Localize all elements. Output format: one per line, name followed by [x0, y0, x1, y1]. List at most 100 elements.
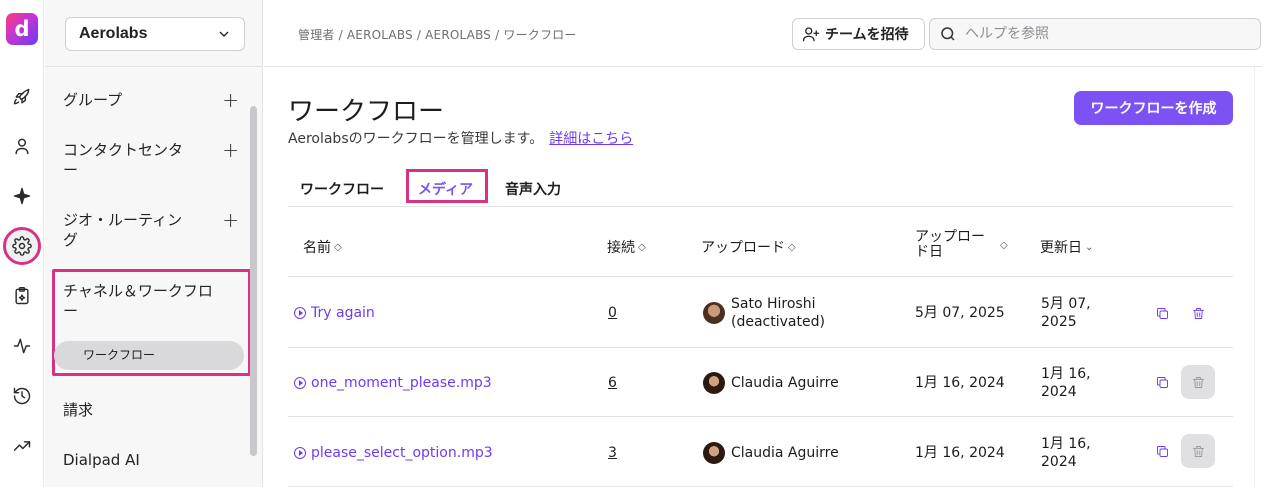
sidebar-item-label: 請求	[63, 401, 94, 419]
breadcrumb: 管理者 / AEROLABS / AEROLABS / ワークフロー	[298, 28, 577, 42]
invite-team-button[interactable]: チームを招待	[792, 18, 925, 50]
media-name-link[interactable]: please_select_option.mp3	[294, 444, 493, 462]
sidebar-item-label: ジオ・ルーティング	[63, 211, 183, 249]
connections-count[interactable]: 3	[608, 444, 617, 462]
main-scrollbar[interactable]	[1254, 67, 1262, 487]
sidebar-item-dialpad-ai[interactable]: Dialpad AI	[63, 450, 239, 470]
column-header-connections[interactable]: 接続 ◇	[607, 237, 646, 257]
gear-icon[interactable]	[3, 227, 41, 265]
main-content: ワークフロー Aerolabsのワークフローを管理します。 詳細はこちら ワークフ…	[264, 67, 1262, 487]
invite-team-label: チームを招待	[825, 27, 909, 43]
table-row: please_select_option.mp3 3 Claudia Aguir…	[288, 417, 1233, 487]
uploader: Claudia Aguirre	[703, 442, 839, 464]
tab-voice-input[interactable]: 音声入力	[505, 179, 561, 199]
sidebar-scrollbar[interactable]	[250, 106, 257, 456]
column-header-label: 更新日	[1040, 240, 1082, 256]
table-row: Try again 0 Sato Hiroshi (deactivated) 5月…	[288, 278, 1233, 348]
help-search[interactable]	[929, 18, 1261, 50]
media-name-link[interactable]: one_moment_please.mp3	[294, 374, 492, 392]
sidebar-subitem-workflows[interactable]: ワークフロー	[54, 341, 244, 370]
copy-icon[interactable]	[1145, 365, 1179, 399]
avatar	[703, 372, 725, 394]
sidebar-item-contact-center[interactable]: コンタクトセンター +	[63, 140, 239, 180]
column-header-uploaded-date[interactable]: アップロー ド日 ◇	[915, 230, 1008, 260]
sort-icon: ◇	[1000, 239, 1008, 251]
column-header-uploader[interactable]: アップロード ◇	[701, 237, 796, 257]
create-workflow-button[interactable]: ワークフローを作成	[1074, 91, 1233, 125]
uploader-name: Sato Hiroshi (deactivated)	[731, 296, 825, 330]
column-header-label: 名前	[303, 240, 331, 256]
sidebar-item-geo-routing[interactable]: ジオ・ルーティング +	[63, 210, 239, 250]
updated-date: 1月 16, 2024	[1041, 436, 1091, 470]
updated-date: 5月 07, 2025	[1041, 296, 1091, 330]
trending-icon[interactable]	[8, 432, 36, 460]
avatar	[703, 442, 725, 464]
chevron-down-icon: ⌄	[1085, 241, 1094, 253]
column-header-label: 接続	[607, 240, 635, 256]
play-icon[interactable]	[294, 377, 306, 389]
sort-icon: ◇	[788, 241, 796, 253]
connections-count[interactable]: 0	[608, 304, 617, 322]
org-select-value: Aerolabs	[79, 25, 148, 42]
trash-icon	[1181, 434, 1215, 468]
divider	[45, 66, 263, 67]
avatar	[703, 302, 725, 324]
uploader-name: Claudia Aguirre	[731, 445, 839, 461]
uploaded-date: 1月 16, 2024	[915, 375, 1005, 391]
uploader: Sato Hiroshi (deactivated)	[703, 295, 825, 331]
tab-workflows[interactable]: ワークフロー	[300, 179, 384, 199]
user-icon[interactable]	[8, 132, 36, 160]
tab-bar: ワークフロー メディア 音声入力	[288, 169, 1233, 207]
column-header-label: アップロード	[701, 240, 785, 256]
play-icon[interactable]	[294, 447, 306, 459]
column-header-label: アップロー ド日	[915, 229, 985, 260]
uploader: Claudia Aguirre	[703, 372, 839, 394]
sort-icon: ◇	[334, 241, 342, 253]
connections-count[interactable]: 6	[608, 374, 617, 392]
dialpad-logo[interactable]: d	[6, 13, 38, 45]
table-header: 名前 ◇ 接続 ◇ アップロード ◇ アップロー ド日 ◇ 更新日 ⌄	[288, 217, 1233, 277]
table-row: one_moment_please.mp3 6 Claudia Aguirre …	[288, 348, 1233, 417]
activity-icon[interactable]	[8, 332, 36, 360]
sidebar-item-groups[interactable]: グループ +	[63, 90, 239, 110]
icon-rail: d	[0, 0, 44, 487]
add-user-icon	[802, 27, 820, 42]
sort-icon: ◇	[638, 241, 646, 253]
sidebar-item-label: コンタクトセンター	[63, 141, 184, 179]
history-icon[interactable]	[8, 382, 36, 410]
settings-sidebar: Aerolabs グループ + コンタクトセンター + ジオ・ルーティング + …	[45, 0, 263, 487]
help-search-input[interactable]	[965, 26, 1245, 42]
copy-icon[interactable]	[1145, 296, 1179, 330]
uploaded-date: 1月 16, 2024	[915, 445, 1005, 461]
clipboard-icon[interactable]	[8, 282, 36, 310]
copy-icon[interactable]	[1145, 434, 1179, 468]
learn-more-link[interactable]: 詳細はこちら	[549, 131, 633, 147]
org-select[interactable]: Aerolabs	[65, 17, 245, 51]
page-description: Aerolabsのワークフローを管理します。 詳細はこちら	[288, 128, 633, 148]
sparkle-icon[interactable]	[8, 182, 36, 210]
sidebar-item-billing[interactable]: 請求	[63, 400, 239, 420]
search-icon	[941, 27, 955, 41]
plus-icon[interactable]: +	[222, 140, 239, 160]
top-bar: 管理者 / AEROLABS / AEROLABS / ワークフロー チームを招…	[264, 0, 1262, 67]
plus-icon[interactable]: +	[222, 90, 239, 110]
column-header-updated[interactable]: 更新日 ⌄	[1040, 237, 1093, 257]
plus-icon[interactable]: +	[222, 210, 239, 230]
chevron-down-icon	[219, 31, 229, 37]
sidebar-item-label: Dialpad AI	[63, 451, 140, 469]
sidebar-item-label: グループ	[63, 91, 123, 109]
trash-icon	[1181, 365, 1215, 399]
page-title: ワークフロー	[288, 97, 445, 127]
page-description-text: Aerolabsのワークフローを管理します。	[288, 131, 544, 147]
media-name-link[interactable]: Try again	[294, 304, 375, 322]
sidebar-item-label: チャネル＆ワークフロー	[63, 282, 213, 320]
sidebar-item-channels-workflows[interactable]: チャネル＆ワークフロー	[63, 281, 239, 321]
uploader-name: Claudia Aguirre	[731, 375, 839, 391]
uploaded-date: 5月 07, 2025	[915, 305, 1005, 321]
updated-date: 1月 16, 2024	[1041, 366, 1091, 400]
tab-media[interactable]: メディア	[418, 179, 473, 199]
trash-icon[interactable]	[1181, 296, 1215, 330]
rocket-icon[interactable]	[8, 83, 36, 111]
column-header-name[interactable]: 名前 ◇	[303, 237, 342, 257]
play-icon[interactable]	[294, 307, 306, 319]
